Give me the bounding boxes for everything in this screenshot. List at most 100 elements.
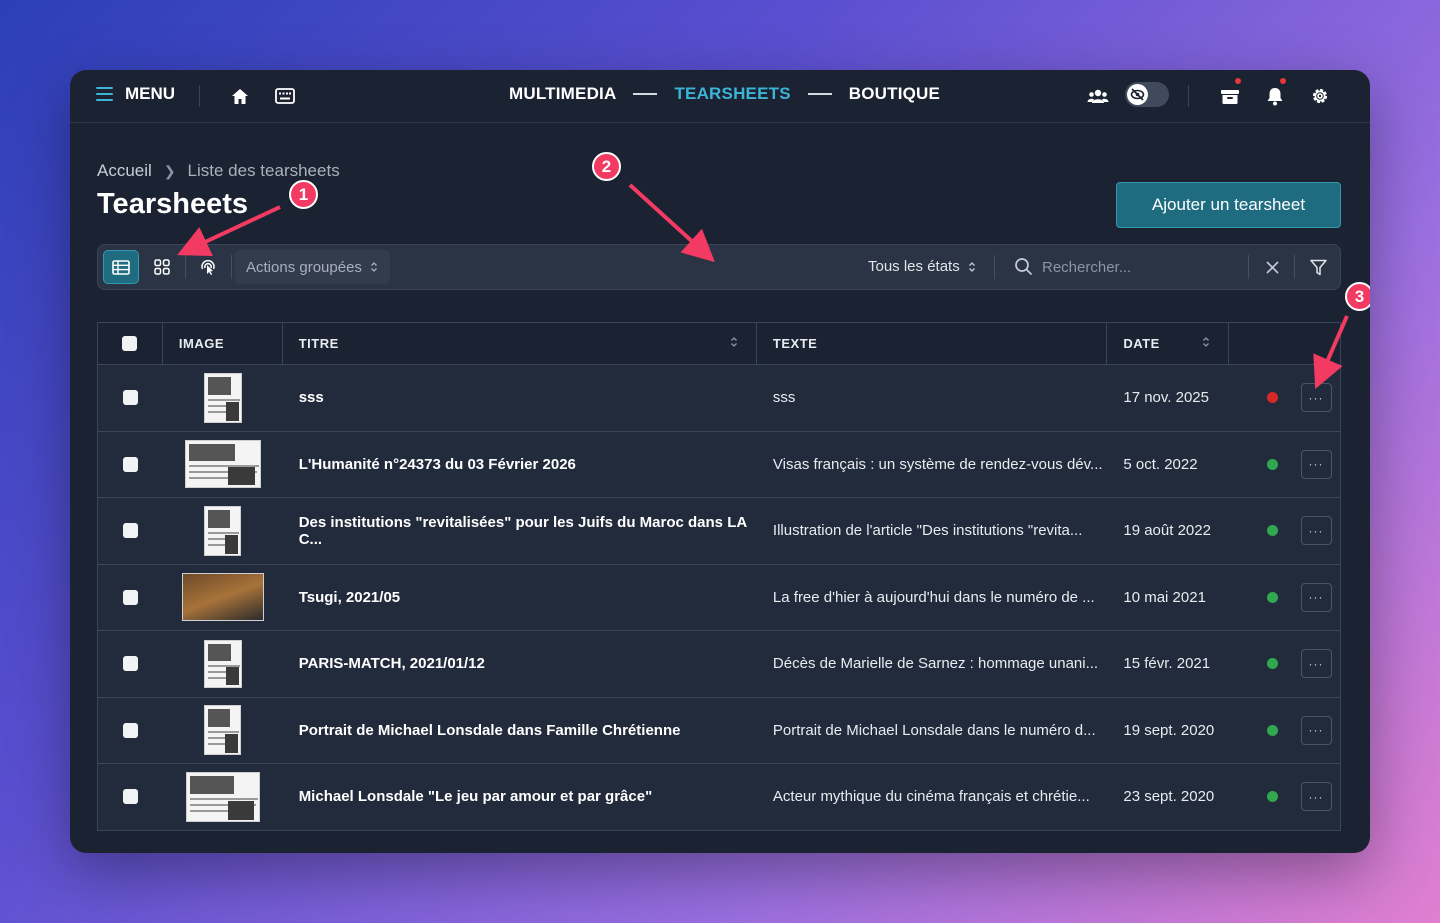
sort-chevrons-icon [968,261,975,272]
tearsheet-thumbnail[interactable] [181,573,264,622]
column-header-actions [1229,323,1340,364]
visibility-toggle[interactable] [1125,82,1169,107]
row-select-cell [98,432,163,498]
row-image-cell [163,631,283,697]
cart-icon[interactable] [1218,76,1243,108]
table-row[interactable]: Tsugi, 2021/05 La free d'hier à aujourd'… [98,564,1340,631]
cart-badge [1233,76,1243,86]
grid-view-button[interactable] [144,250,180,284]
state-filter-select[interactable]: Tous les états [868,258,976,275]
table-row[interactable]: L'Humanité n°24373 du 03 Février 2026 Vi… [98,431,1340,498]
row-checkbox[interactable] [122,523,138,539]
filter-button[interactable] [1300,250,1336,284]
column-header-date-label: DATE [1123,336,1160,351]
toolbar-divider [994,255,995,279]
table-row[interactable]: Des institutions "revitalisées" pour les… [98,498,1340,565]
nav-divider [1188,85,1189,107]
row-more-button[interactable]: ··· [1300,516,1332,546]
keyboard-icon[interactable] [273,84,297,108]
row-status-cell [1252,565,1292,631]
table-row[interactable]: Portrait de Michael Lonsdale dans Famill… [98,697,1340,764]
pointer-click-icon [201,259,215,275]
table-row[interactable]: Michael Lonsdale "Le jeu par amour et pa… [98,764,1340,831]
select-mode-button[interactable] [190,250,226,284]
nav-separator [807,93,832,95]
nav-multimedia[interactable]: MULTIMEDIA [509,84,616,104]
tearsheet-thumbnail[interactable] [204,505,242,556]
toolbar-divider [1248,255,1249,279]
top-nav-bar: MENU MULTIMEDIA TEARSHEETS BOUTIQUE [70,70,1370,123]
nav-boutique[interactable]: BOUTIQUE [849,84,940,104]
users-icon[interactable] [1086,84,1110,108]
row-more-button[interactable]: ··· [1300,383,1332,413]
tearsheet-thumbnail[interactable] [185,771,260,822]
row-text: Visas français : un système de rendez-vo… [772,455,1103,473]
table-body: sss sss 17 nov. 2025 ··· L'Humanité n°24… [98,365,1340,831]
column-header-title[interactable]: TITRE [283,323,757,364]
annotation-marker-1: 1 [289,180,318,209]
row-title[interactable]: L'Humanité n°24373 du 03 Février 2026 [283,432,757,498]
search-input[interactable] [1042,253,1242,281]
row-more-button[interactable]: ··· [1300,715,1332,745]
row-title[interactable]: Portrait de Michael Lonsdale dans Famill… [283,698,757,764]
row-select-cell [98,698,163,764]
row-more-button[interactable]: ··· [1300,649,1332,679]
tearsheet-thumbnail[interactable] [203,372,242,423]
breadcrumb-home[interactable]: Accueil [97,161,152,181]
row-checkbox[interactable] [122,390,138,406]
column-header-date[interactable]: DATE [1107,323,1230,364]
column-header-text: TEXTE [757,323,1108,364]
row-text: Portrait de Michael Lonsdale dans le num… [772,721,1096,739]
row-date: 19 août 2022 [1123,522,1211,540]
row-checkbox[interactable] [122,456,138,472]
gear-icon[interactable] [1308,84,1332,108]
sort-chevrons-icon [370,262,377,272]
sort-chevrons-icon [730,337,737,347]
home-icon[interactable] [228,84,252,108]
row-title[interactable]: PARIS-MATCH, 2021/01/12 [283,631,757,697]
tearsheet-thumbnail[interactable] [203,639,242,688]
grid-view-icon [154,259,170,275]
list-view-button[interactable] [103,250,139,284]
bell-icon[interactable] [1263,76,1288,108]
row-checkbox[interactable] [122,656,138,672]
tearsheet-thumbnail[interactable] [184,440,261,489]
row-checkbox[interactable] [122,789,138,805]
row-image-cell [163,365,283,431]
row-image-cell [163,498,283,564]
row-title[interactable]: Michael Lonsdale "Le jeu par amour et pa… [283,764,757,830]
row-more-button[interactable]: ··· [1300,582,1332,612]
bulk-actions-label: Actions groupées [246,258,362,276]
row-checkbox[interactable] [122,722,138,738]
hamburger-icon [96,87,113,101]
row-date: 10 mai 2021 [1123,588,1206,606]
table-row[interactable]: sss sss 17 nov. 2025 ··· [98,365,1340,432]
nav-tearsheets[interactable]: TEARSHEETS [674,84,790,104]
status-dot [1266,658,1278,670]
row-title[interactable]: Des institutions "revitalisées" pour les… [283,498,757,564]
row-more-button[interactable]: ··· [1300,782,1332,812]
row-menu-cell: ··· [1292,631,1340,697]
eye-slash-icon [1127,84,1148,105]
row-title[interactable]: Tsugi, 2021/05 [283,565,757,631]
clear-search-button[interactable] [1254,250,1290,284]
section-nav: MULTIMEDIA TEARSHEETS BOUTIQUE [509,84,940,104]
select-all-checkbox[interactable] [122,336,138,351]
row-text: Décès de Marielle de Sarnez : hommage un… [772,655,1099,673]
row-checkbox[interactable] [122,589,138,605]
row-date: 5 oct. 2022 [1123,455,1198,473]
table-row[interactable]: PARIS-MATCH, 2021/01/12 Décès de Mariell… [98,631,1340,698]
row-more-button[interactable]: ··· [1300,449,1332,479]
menu-button[interactable]: MENU [96,84,175,104]
row-title[interactable]: sss [283,365,757,431]
toolbar-divider [185,255,186,279]
bulk-actions-select[interactable]: Actions groupées [235,250,390,284]
row-image-cell [163,764,283,830]
row-menu-cell: ··· [1292,365,1340,431]
row-select-cell [98,498,163,564]
tearsheet-thumbnail[interactable] [204,705,242,756]
add-tearsheet-button[interactable]: Ajouter un tearsheet [1116,182,1341,228]
state-filter-label: Tous les états [868,258,960,275]
table-header: IMAGE TITRE TEXTE DATE [98,323,1340,365]
page-title: Tearsheets [97,188,248,220]
